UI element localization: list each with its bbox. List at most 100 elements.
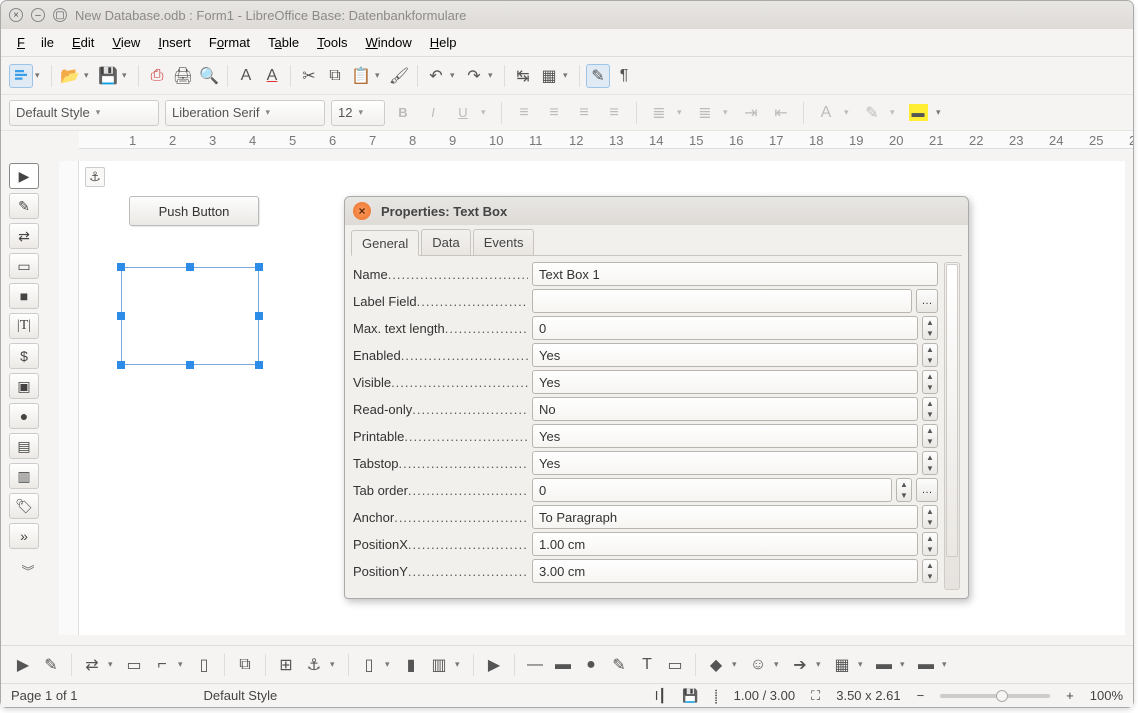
push-button-control[interactable]: Push Button (129, 196, 259, 226)
flowchart-icon[interactable]: ▦ (830, 653, 854, 677)
resize-handle[interactable] (117, 263, 125, 271)
callout-shapes-icon[interactable]: ▬ (872, 653, 896, 677)
resize-handle[interactable] (117, 312, 125, 320)
anchor-icon[interactable]: ⚓ (85, 167, 105, 187)
font-size-combo[interactable]: 12▾ (331, 100, 385, 126)
insert-mode-icon[interactable]: I┃ (655, 688, 666, 704)
cut-icon[interactable]: ✂ (297, 64, 321, 88)
basic-shapes-icon[interactable]: ◆ (704, 653, 728, 677)
anchor2-icon[interactable]: ⚓ (302, 653, 326, 677)
prop-input-label_field[interactable] (532, 289, 912, 313)
symbol-shapes-icon[interactable]: ☺ (746, 653, 770, 677)
design-mode-icon[interactable]: ✎ (9, 193, 39, 219)
pilcrow-icon[interactable]: ¶ (612, 64, 636, 88)
table-icon[interactable]: ▦ (537, 64, 561, 88)
resize-handle[interactable] (255, 361, 263, 369)
prop-spinner-printable[interactable]: ▲▼ (922, 424, 938, 448)
redo-icon[interactable]: ↷ (462, 64, 486, 88)
listbox-icon[interactable]: ▤ (9, 433, 39, 459)
arrow-shapes-icon[interactable]: ➔ (788, 653, 812, 677)
font-a-icon[interactable]: A (234, 64, 258, 88)
ellipse-icon[interactable]: ● (579, 653, 603, 677)
prop-spinner-max_text[interactable]: ▲▼ (922, 316, 938, 340)
open-icon[interactable]: 📂 (58, 64, 82, 88)
line-icon[interactable]: — (523, 653, 547, 677)
chevron-down-icon[interactable]: ︾ (9, 561, 47, 580)
paste-icon[interactable]: 📋 (349, 64, 373, 88)
textbox-icon[interactable]: |T| (9, 313, 39, 339)
font-a-underline-icon[interactable]: A (260, 64, 284, 88)
currency-icon[interactable]: $ (9, 343, 39, 369)
bgcolor-icon[interactable]: ▬ (906, 101, 930, 125)
form-icon[interactable]: ▭ (9, 253, 39, 279)
align-icon[interactable]: ⌐ (150, 653, 174, 677)
highlight-icon[interactable]: ✎ (860, 101, 884, 125)
edit-icon[interactable]: ✎ (39, 653, 63, 677)
menu-table[interactable]: Table (260, 32, 307, 53)
align-justify-icon[interactable]: ≡ (602, 101, 626, 125)
font-color-icon[interactable]: A (814, 101, 838, 125)
prop-input-visible[interactable]: Yes (532, 370, 918, 394)
prop-spinner-visible[interactable]: ▲▼ (922, 370, 938, 394)
text-icon[interactable]: T (635, 653, 659, 677)
prop-spinner-tabstop[interactable]: ▲▼ (922, 451, 938, 475)
copy-icon[interactable]: ⧉ (323, 64, 347, 88)
preview-icon[interactable]: 🔍 (197, 64, 221, 88)
prop-spinner-readonly[interactable]: ▲▼ (922, 397, 938, 421)
prop-spinner-enabled[interactable]: ▲▼ (922, 343, 938, 367)
dropdown-icon[interactable]: ▾ (35, 70, 45, 81)
prop-input-tab_order[interactable]: 0 (532, 478, 892, 502)
stars-icon[interactable]: ▬ (914, 653, 938, 677)
form-canvas[interactable]: ⚓ Push Button × Properties: Text Box Gen… (79, 161, 1125, 635)
prop-input-max_text[interactable]: 0 (532, 316, 918, 340)
wrap-icon[interactable]: ▭ (122, 653, 146, 677)
rect-icon[interactable]: ▬ (551, 653, 575, 677)
align-left-icon[interactable]: ≡ (512, 101, 536, 125)
link-icon[interactable]: ↹ (511, 64, 535, 88)
close-icon[interactable]: × (353, 202, 371, 220)
pdf-icon[interactable]: ⎙ (145, 64, 169, 88)
group-icon[interactable]: ⧉ (233, 653, 257, 677)
bold-icon[interactable]: B (391, 101, 415, 125)
paragraph-style-combo[interactable]: Default Style▾ (9, 100, 159, 126)
bring-front-icon[interactable]: ▯ (357, 653, 381, 677)
prop-more-label_field[interactable]: … (916, 289, 938, 313)
menu-tools[interactable]: Tools (309, 32, 355, 53)
zoom-slider[interactable] (940, 694, 1050, 698)
prop-input-readonly[interactable]: No (532, 397, 918, 421)
align-right-icon[interactable]: ≡ (572, 101, 596, 125)
curve-icon[interactable]: ✎ (607, 653, 631, 677)
play-icon[interactable]: ▶ (482, 653, 506, 677)
menu-format[interactable]: Format (201, 32, 258, 53)
prop-spinner-posx[interactable]: ▲▼ (922, 532, 938, 556)
underline-icon[interactable]: U (451, 101, 475, 125)
align-obj-icon[interactable]: ▥ (427, 653, 451, 677)
new-doc-icon[interactable] (9, 64, 33, 88)
arrange-icon[interactable]: ▯ (192, 653, 216, 677)
draw-func-icon[interactable]: ✎ (586, 64, 610, 88)
combo-icon[interactable]: ▥ (9, 463, 39, 489)
resize-handle[interactable] (186, 263, 194, 271)
prop-input-posx[interactable]: 1.00 cm (532, 532, 918, 556)
bullets-icon[interactable]: ≣ (647, 101, 671, 125)
prop-spinner-posy[interactable]: ▲▼ (922, 559, 938, 583)
save-icon[interactable]: 💾 (96, 64, 120, 88)
more-icon[interactable]: » (9, 523, 39, 549)
formatted-icon[interactable]: ▣ (9, 373, 39, 399)
clone-format-icon[interactable]: 🖌 (387, 64, 411, 88)
prop-input-printable[interactable]: Yes (532, 424, 918, 448)
italic-icon[interactable]: I (421, 101, 445, 125)
resize-handle[interactable] (255, 312, 263, 320)
prop-input-tabstop[interactable]: Yes (532, 451, 918, 475)
align-center-icon[interactable]: ≡ (542, 101, 566, 125)
control-props-icon[interactable]: ⇄ (9, 223, 39, 249)
close-icon[interactable]: × (9, 8, 23, 22)
indent-inc-icon[interactable]: ⇥ (739, 101, 763, 125)
send-back-icon[interactable]: ▮ (399, 653, 423, 677)
tab-data[interactable]: Data (421, 229, 470, 255)
prop-more-tab_order[interactable]: … (916, 478, 938, 502)
resize-handle[interactable] (186, 361, 194, 369)
radio-icon[interactable]: ● (9, 403, 39, 429)
checkbox-icon[interactable]: ■ (9, 283, 39, 309)
numbering-icon[interactable]: ≣ (693, 101, 717, 125)
